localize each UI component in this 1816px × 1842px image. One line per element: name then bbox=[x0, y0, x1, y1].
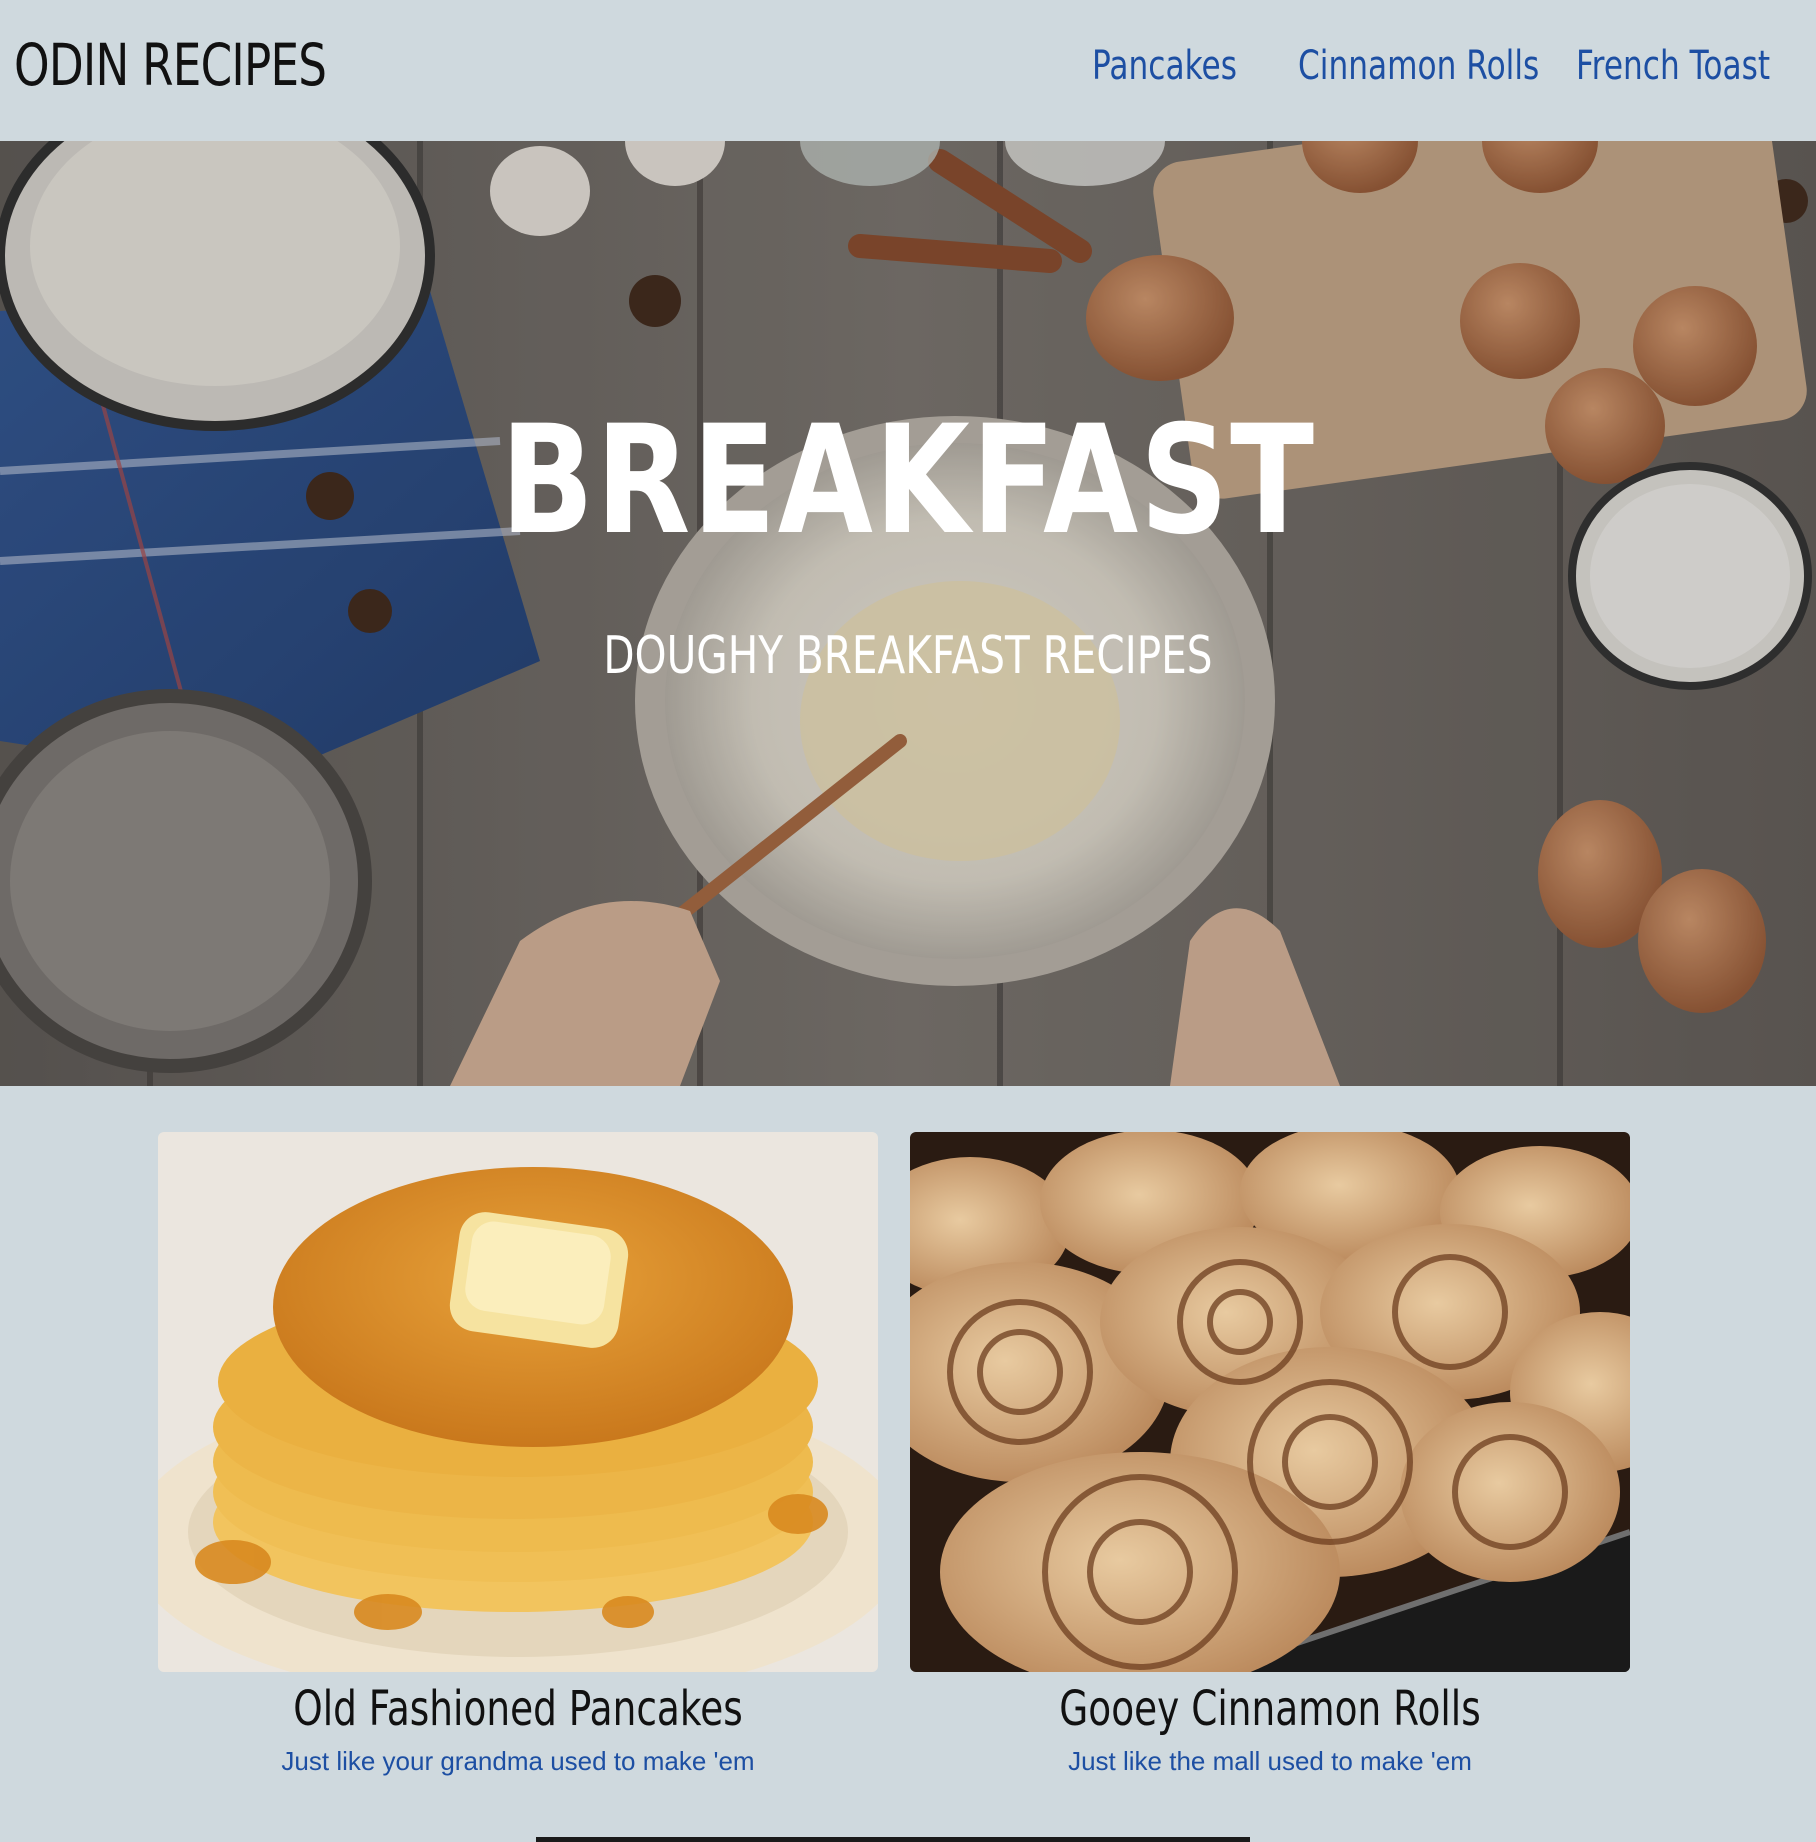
cinnamon-rolls-image[interactable] bbox=[910, 1132, 1630, 1672]
next-card-edge bbox=[536, 1837, 1250, 1842]
hero-background-image bbox=[0, 141, 1816, 1086]
nav-link-cinnamon-rolls[interactable]: Cinnamon Rolls bbox=[1298, 38, 1539, 94]
nav-link-french-toast[interactable]: French Toast bbox=[1576, 38, 1770, 94]
hero-title: BREAKFAST bbox=[500, 394, 1316, 568]
hero-banner: BREAKFAST DOUGHY BREAKFAST RECIPES bbox=[0, 141, 1816, 1086]
recipe-card-cinnamon-rolls[interactable]: Gooey Cinnamon Rolls Just like the mall … bbox=[910, 1132, 1630, 1776]
nav-link-pancakes[interactable]: Pancakes bbox=[1092, 38, 1237, 94]
card-description: Just like your grandma used to make 'em bbox=[281, 1746, 755, 1776]
recipe-card-pancakes[interactable]: Old Fashioned Pancakes Just like your gr… bbox=[158, 1132, 878, 1776]
hero-subtitle: DOUGHY BREAKFAST RECIPES bbox=[603, 626, 1213, 686]
pancakes-image[interactable] bbox=[158, 1132, 878, 1672]
card-title[interactable]: Gooey Cinnamon Rolls bbox=[989, 1676, 1551, 1742]
site-logo[interactable]: ODIN RECIPES bbox=[14, 30, 327, 100]
site-header: ODIN RECIPES Pancakes Cinnamon Rolls Fre… bbox=[0, 0, 1816, 141]
card-title[interactable]: Old Fashioned Pancakes bbox=[237, 1676, 799, 1742]
card-description: Just like the mall used to make 'em bbox=[1068, 1746, 1472, 1776]
